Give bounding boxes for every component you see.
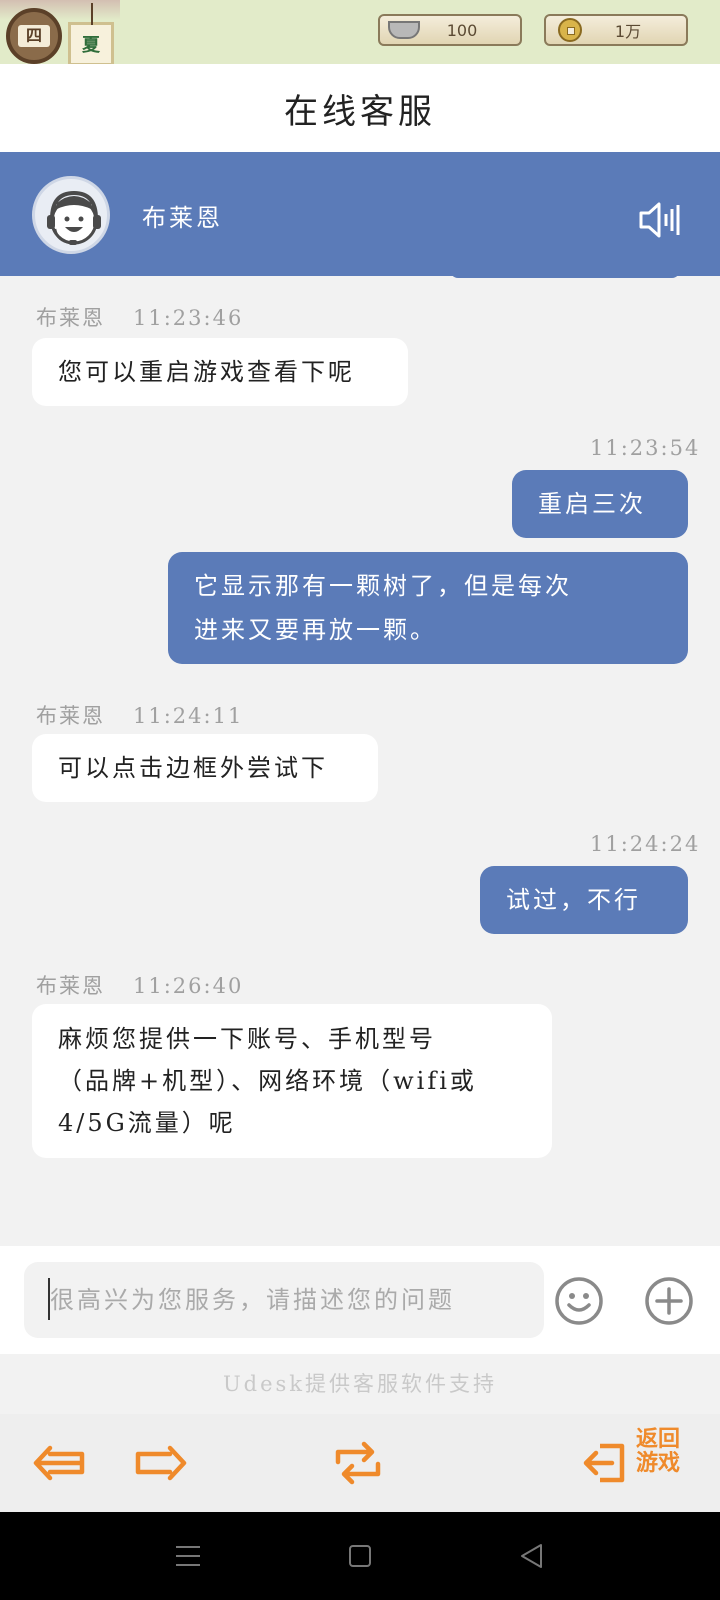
message-time: 11:24:11 bbox=[133, 704, 244, 728]
composer bbox=[0, 1246, 720, 1354]
previous-bubble-edge bbox=[450, 270, 680, 278]
message-text: 您可以重启游戏查看下呢 bbox=[58, 358, 355, 386]
text-caret bbox=[48, 1278, 50, 1320]
message-text: 重启三次 bbox=[538, 490, 646, 518]
message-input[interactable] bbox=[24, 1262, 544, 1338]
speaker-icon[interactable] bbox=[638, 200, 682, 240]
back-icon[interactable] bbox=[516, 1540, 548, 1572]
powered-by-text: Udesk提供客服软件支持 bbox=[0, 1354, 720, 1414]
user-message-bubble[interactable]: 重启三次 bbox=[512, 470, 688, 538]
copper-coin-icon bbox=[550, 17, 590, 43]
silver-value: 100 bbox=[446, 20, 478, 40]
sender-name: 布莱恩 bbox=[36, 306, 105, 330]
exit-icon[interactable] bbox=[582, 1436, 630, 1490]
sender-name: 布莱恩 bbox=[36, 974, 105, 998]
copper-value: 1万 bbox=[614, 22, 642, 41]
message-meta: 布莱恩 11:26:40 bbox=[36, 970, 243, 1000]
plus-circle-icon[interactable] bbox=[644, 1276, 694, 1326]
message-text: 试过，不行 bbox=[506, 886, 641, 914]
sender-name: 布莱恩 bbox=[36, 704, 105, 728]
agent-message-bubble[interactable]: 您可以重启游戏查看下呢 bbox=[32, 338, 408, 406]
page-title: 在线客服 bbox=[284, 91, 436, 132]
message-text: （品牌+机型）、网络环境（wifi或 bbox=[58, 1067, 477, 1095]
message-text: 4/5G流量）呢 bbox=[58, 1109, 236, 1137]
arrow-left-icon[interactable] bbox=[30, 1436, 90, 1490]
game-status-bar: 四 夏 100 1万 bbox=[0, 0, 720, 64]
system-navigation-bar bbox=[0, 1512, 720, 1600]
message-text: 它显示那有一颗树了，但是每次 bbox=[194, 572, 572, 600]
season-badge-label: 四 bbox=[18, 25, 50, 47]
message-time: 11:23:46 bbox=[133, 306, 244, 330]
user-message-bubble[interactable]: 试过，不行 bbox=[480, 866, 688, 934]
menu-icon[interactable] bbox=[172, 1540, 204, 1572]
season-card-label: 夏 bbox=[82, 35, 100, 56]
silver-counter[interactable]: 100 bbox=[378, 14, 522, 46]
copper-counter[interactable]: 1万 bbox=[544, 14, 688, 46]
agent-header: 布莱恩 bbox=[0, 152, 720, 276]
agent-message-bubble[interactable]: 麻烦您提供一下账号、手机型号 （品牌+机型）、网络环境（wifi或 4/5G流量… bbox=[32, 1004, 552, 1158]
season-card[interactable]: 夏 bbox=[68, 3, 114, 64]
silver-ingot-icon bbox=[384, 17, 424, 43]
smiley-icon[interactable] bbox=[554, 1276, 604, 1326]
agent-message-bubble[interactable]: 可以点击边框外尝试下 bbox=[32, 734, 378, 802]
message-time: 11:26:40 bbox=[133, 974, 244, 998]
message-meta: 布莱恩 11:24:11 bbox=[36, 700, 243, 730]
message-text: 可以点击边框外尝试下 bbox=[58, 754, 328, 782]
message-text: 麻烦您提供一下账号、手机型号 bbox=[58, 1025, 436, 1053]
title-bar: 在线客服 bbox=[0, 64, 720, 152]
card-string bbox=[91, 3, 93, 25]
user-message-bubble[interactable]: 它显示那有一颗树了，但是每次 进来又要再放一颗。 bbox=[168, 552, 688, 664]
message-meta: 布莱恩 11:23:46 bbox=[36, 302, 243, 332]
home-icon[interactable] bbox=[344, 1540, 376, 1572]
season-badge[interactable]: 四 bbox=[6, 8, 62, 64]
message-meta: 11:23:54 bbox=[590, 436, 700, 460]
message-text: 进来又要再放一颗。 bbox=[194, 616, 437, 644]
message-meta: 11:24:24 bbox=[590, 832, 700, 856]
agent-name: 布莱恩 bbox=[142, 204, 223, 232]
message-time: 11:24:24 bbox=[590, 832, 701, 856]
browser-toolbar: 返回游戏 bbox=[0, 1414, 720, 1512]
return-game-button[interactable]: 返回游戏 bbox=[636, 1428, 690, 1476]
message-time: 11:23:54 bbox=[590, 436, 701, 460]
headset-agent-icon bbox=[32, 176, 110, 254]
arrow-right-icon[interactable] bbox=[130, 1436, 190, 1490]
refresh-icon[interactable] bbox=[330, 1436, 386, 1490]
